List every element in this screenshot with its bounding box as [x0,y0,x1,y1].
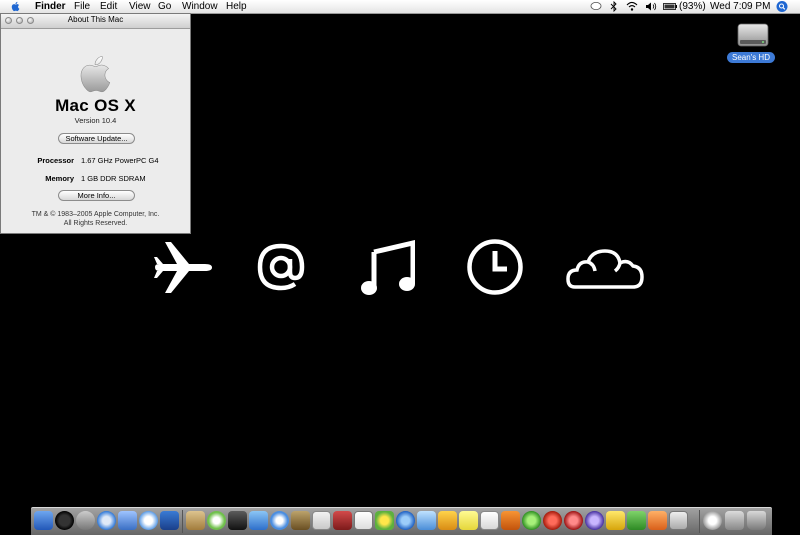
dock-documents-icon[interactable] [725,511,744,530]
copyright-line-2: All Rights Reserved. [63,220,128,227]
menu-window[interactable]: Window [182,0,218,13]
cloud-icon [566,249,644,289]
dock-trash-icon[interactable] [747,511,766,530]
dock-address-book-icon[interactable] [160,511,179,530]
at-sign-icon [257,243,305,291]
dock-comic-life-icon[interactable] [501,511,520,530]
dock-automator-icon[interactable] [76,511,95,530]
about-this-mac-window: About This Mac Mac OS X Version 10.4 Sof… [0,13,191,234]
memory-label: Memory [45,174,74,183]
dock-iphoto-icon[interactable] [249,511,268,530]
dock-calendar-icon[interactable] [354,511,373,530]
dock-ical-icon[interactable] [312,511,331,530]
processor-value: 1.67 GHz PowerPC G4 [81,156,159,165]
apple-logo-icon [80,56,111,93]
memory-value: 1 GB DDR SDRAM [81,174,146,183]
dock-stickies-icon[interactable] [459,511,478,530]
hard-drive-label[interactable]: Sean's HD [727,52,775,63]
clock-icon [467,239,523,295]
menubar-clock[interactable]: Wed 7:09 PM [710,0,770,13]
dock-dictionary-icon[interactable] [291,511,310,530]
dock-calculator-icon[interactable] [333,511,352,530]
copyright-line-1: TM & © 1983–2005 Apple Computer, Inc. [31,211,160,218]
dock-finder-icon[interactable] [34,511,53,530]
dock-image-capture-icon[interactable] [669,511,688,530]
music-note-icon [361,240,415,295]
dock-photo-booth-icon[interactable] [417,511,436,530]
menu-edit[interactable]: Edit [100,0,117,13]
dock-notes-icon[interactable] [186,511,205,530]
dock-flash-icon[interactable] [543,511,562,530]
os-version: Version 10.4 [74,116,117,125]
dock-fetch-icon[interactable] [627,511,646,530]
dock-mozilla-icon[interactable] [585,511,604,530]
dock [31,507,772,535]
bluetooth-icon[interactable] [610,1,618,12]
menu-bar: Finder File Edit View Go Window Help (93… [0,0,800,14]
menu-file[interactable]: File [74,0,90,13]
more-info-button[interactable]: More Info... [58,190,135,201]
processor-label: Processor [37,156,74,165]
dock-garageband-icon[interactable] [270,511,289,530]
dock-dashboard-icon[interactable] [55,511,74,530]
window-titlebar[interactable]: About This Mac [1,14,190,29]
hard-drive-icon[interactable] [736,21,770,49]
dock-itunes-icon[interactable] [207,511,226,530]
dock-imovie-icon[interactable] [228,511,247,530]
dock-ichat-icon[interactable] [139,511,158,530]
dock-textedit-icon[interactable] [480,511,499,530]
volume-icon[interactable] [645,1,657,12]
dock-system-prefs-icon[interactable] [396,511,415,530]
os-name: Mac OS X [55,96,136,115]
dock-fontbook-icon[interactable] [606,511,625,530]
window-title: About This Mac [67,15,124,24]
dock-quicktime-icon[interactable] [375,511,394,530]
menu-help[interactable]: Help [226,0,247,13]
dock-safari-icon[interactable] [97,511,116,530]
wifi-icon[interactable] [626,1,638,12]
dock-money-icon[interactable] [438,511,457,530]
spotlight-icon[interactable] [776,1,788,12]
dock-downloads-icon[interactable] [703,511,722,530]
menu-app-finder[interactable]: Finder [35,0,66,13]
menu-view[interactable]: View [129,0,151,13]
dock-separator [699,510,700,533]
dock-fireworks-icon[interactable] [564,511,583,530]
dock-dreamweaver-icon[interactable] [522,511,541,530]
dock-preview-icon[interactable] [118,511,137,530]
menu-go[interactable]: Go [158,0,171,13]
battery-icon[interactable] [663,1,678,12]
speech-bubble-icon[interactable] [590,1,602,12]
dock-separator [182,510,183,533]
apple-menu-icon[interactable] [10,1,22,12]
software-update-button[interactable]: Software Update... [58,133,135,144]
airplane-icon [154,242,212,293]
battery-percent: (93%) [679,1,706,12]
dock-pages-icon[interactable] [648,511,667,530]
